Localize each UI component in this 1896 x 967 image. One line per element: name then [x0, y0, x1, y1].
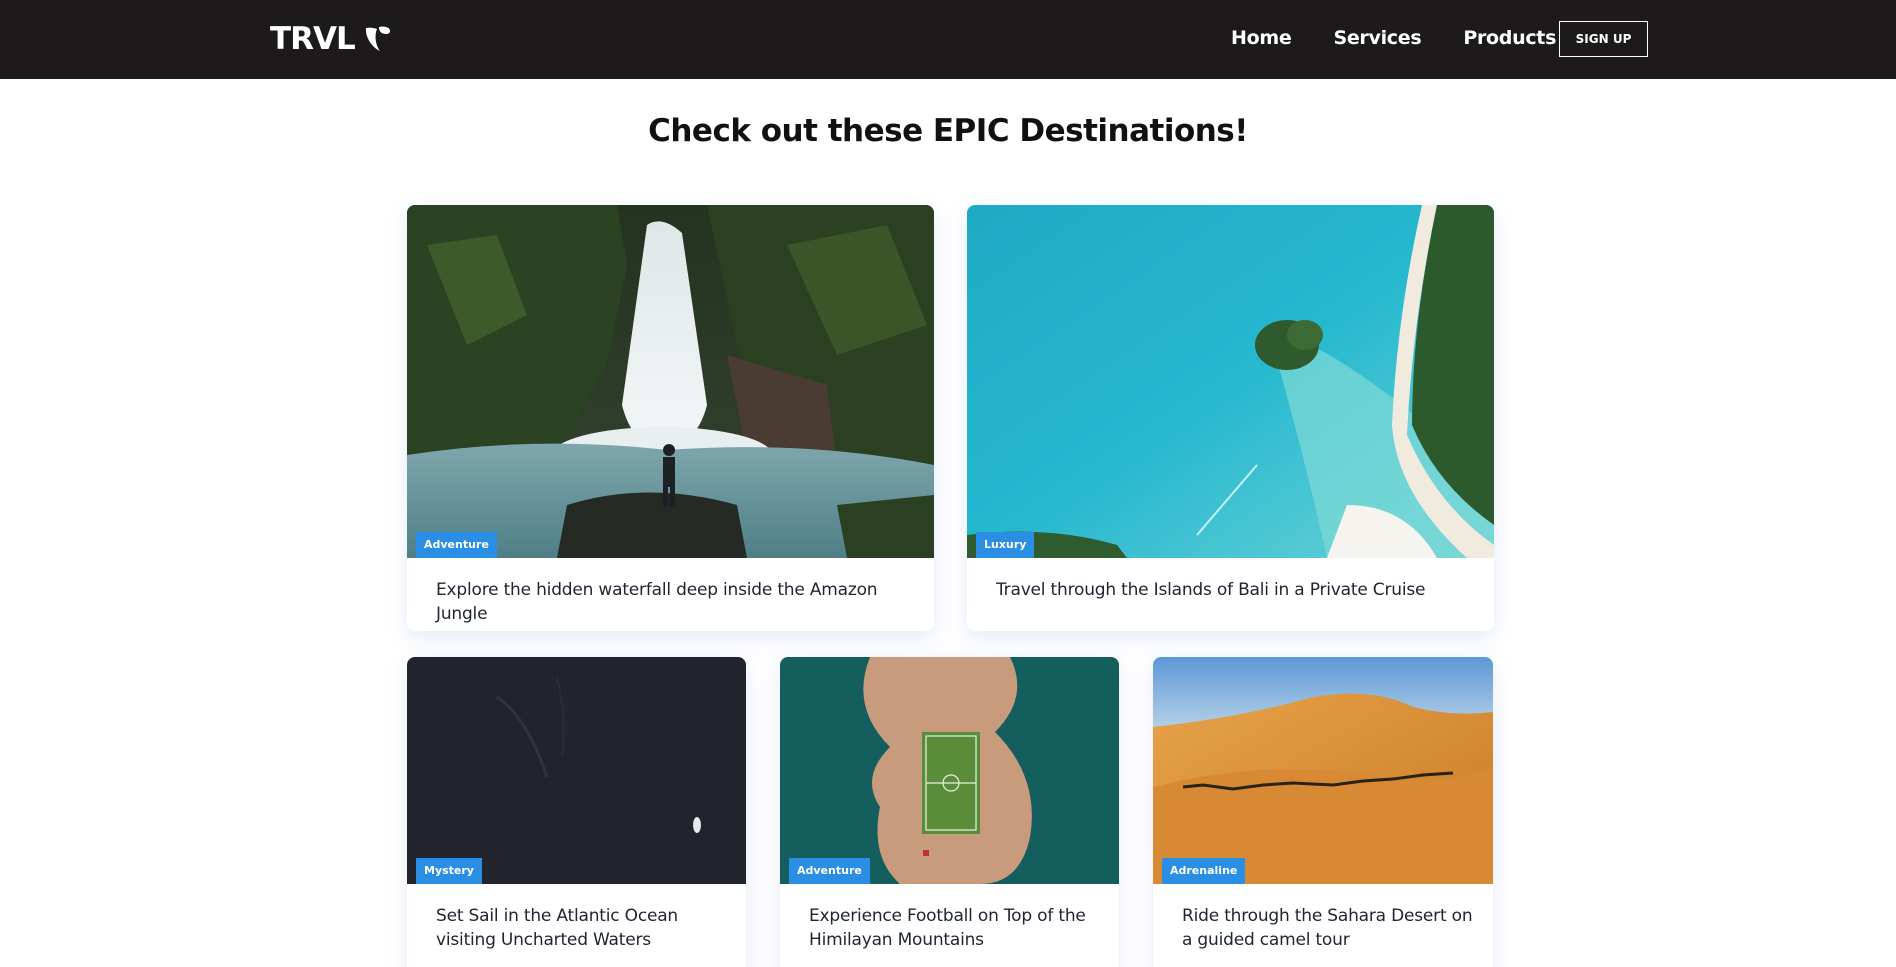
- destination-card-waterfall[interactable]: Adventure Explore the hidden waterfall d…: [407, 205, 934, 631]
- bali-image: [967, 205, 1494, 558]
- card-title: Travel through the Islands of Bali in a …: [996, 580, 1426, 600]
- card-title: Ride through the Sahara Desert on a guid…: [1182, 906, 1473, 950]
- category-badge: Mystery: [416, 858, 482, 884]
- waterfall-image: [407, 205, 934, 558]
- sahara-desert-image: [1153, 657, 1493, 884]
- football-island-image: [780, 657, 1119, 884]
- card-title: Experience Football on Top of the Himila…: [809, 906, 1086, 950]
- logo[interactable]: TRVL: [270, 21, 393, 57]
- card-title: Set Sail in the Atlantic Ocean visiting …: [436, 906, 679, 950]
- category-badge: Luxury: [976, 532, 1035, 558]
- logo-text: TRVL: [270, 21, 356, 57]
- destination-card-atlantic[interactable]: Mystery Set Sail in the Atlantic Ocean v…: [407, 657, 746, 967]
- category-badge: Adventure: [789, 858, 870, 884]
- page-title: Check out these EPIC Destinations!: [648, 113, 1248, 149]
- sign-up-button[interactable]: SIGN UP: [1559, 21, 1648, 57]
- category-badge: Adrenaline: [1162, 858, 1246, 884]
- card-title: Explore the hidden waterfall deep inside…: [436, 580, 878, 624]
- category-badge: Adventure: [416, 532, 497, 558]
- destination-card-football[interactable]: Adventure Experience Football on Top of …: [780, 657, 1119, 967]
- nav-links: Home Services Products: [1231, 27, 1598, 49]
- atlantic-ocean-image: [407, 657, 746, 884]
- destination-card-sahara[interactable]: Adrenaline Ride through the Sahara Deser…: [1153, 657, 1493, 967]
- nav-products-link[interactable]: Products: [1463, 27, 1556, 49]
- typo3-icon: [365, 26, 390, 51]
- destination-card-bali[interactable]: Luxury Travel through the Islands of Bal…: [967, 205, 1494, 631]
- nav-home-link[interactable]: Home: [1231, 27, 1292, 49]
- nav-services-link[interactable]: Services: [1333, 27, 1421, 49]
- top-navbar: TRVL Home Services Products SIGN UP: [0, 0, 1896, 79]
